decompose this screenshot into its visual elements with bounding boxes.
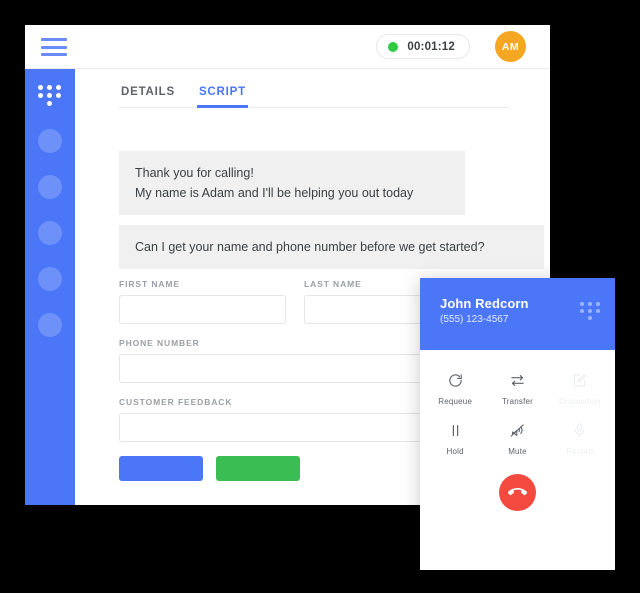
dialpad-dot xyxy=(56,93,61,98)
record-icon xyxy=(571,420,588,440)
hangup-phone-icon xyxy=(508,487,527,496)
hold-button[interactable]: Hold xyxy=(424,416,486,460)
tab-details[interactable]: DETAILS xyxy=(119,86,177,107)
status-dot-icon xyxy=(388,41,399,52)
disposition-button: Disposition xyxy=(549,366,611,410)
dialpad-dot xyxy=(47,93,52,98)
hamburger-bar xyxy=(41,53,67,56)
dialpad-dot xyxy=(47,85,52,90)
sidebar-item-3[interactable] xyxy=(38,221,62,245)
call-control-panel: John Redcorn (555) 123-4567 Requeue Tran… xyxy=(420,278,615,570)
call-actions-grid: Requeue Transfer Disposition Hold Mute R… xyxy=(420,350,615,460)
secondary-success-button[interactable] xyxy=(216,456,300,481)
hamburger-bar xyxy=(41,45,67,49)
call-panel-header: John Redcorn (555) 123-4567 xyxy=(420,278,615,350)
primary-submit-button[interactable] xyxy=(119,456,203,481)
mute-icon xyxy=(509,420,526,440)
sidebar-item-5[interactable] xyxy=(38,313,62,337)
disposition-icon xyxy=(571,370,588,390)
dialpad-dot xyxy=(596,302,600,306)
dialpad-dot xyxy=(38,93,43,98)
dialpad-dot xyxy=(580,302,584,306)
requeue-icon xyxy=(447,370,464,390)
transfer-icon xyxy=(509,370,526,390)
hold-icon xyxy=(447,420,464,440)
transfer-button[interactable]: Transfer xyxy=(486,366,548,410)
dialpad-dot xyxy=(56,85,61,90)
script-bubble: Thank you for calling! My name is Adam a… xyxy=(119,151,465,215)
dialpad-icon[interactable] xyxy=(580,302,601,320)
hangup-button[interactable] xyxy=(499,474,536,511)
tab-script[interactable]: SCRIPT xyxy=(196,86,248,108)
record-button: Record xyxy=(549,416,611,460)
mute-button[interactable]: Mute xyxy=(486,416,548,460)
dialpad-dot xyxy=(588,309,592,313)
hold-label: Hold xyxy=(446,447,464,456)
call-timer-pill: 00:01:12 xyxy=(376,34,470,59)
requeue-label: Requeue xyxy=(438,397,473,406)
dialpad-dot xyxy=(38,85,43,90)
dialpad-dot xyxy=(588,302,592,306)
first-name-group: FIRST NAME xyxy=(119,279,286,324)
avatar[interactable]: AM xyxy=(495,31,526,62)
dialpad-dot xyxy=(596,309,600,313)
first-name-label: FIRST NAME xyxy=(119,279,180,289)
record-label: Record xyxy=(566,447,594,456)
mute-label: Mute xyxy=(508,447,527,456)
dialpad-dot xyxy=(47,101,52,106)
dialpad-dot xyxy=(588,316,592,320)
sidebar-item-4[interactable] xyxy=(38,267,62,291)
call-timer-text: 00:01:12 xyxy=(407,40,455,53)
sidebar-item-1[interactable] xyxy=(38,129,62,153)
top-bar: 00:01:12 AM xyxy=(25,25,550,69)
script-panel: Thank you for calling! My name is Adam a… xyxy=(119,151,544,269)
requeue-button[interactable]: Requeue xyxy=(424,366,486,410)
sidebar-item-2[interactable] xyxy=(38,175,62,199)
first-name-input[interactable] xyxy=(119,295,286,324)
hamburger-menu-icon[interactable] xyxy=(41,37,67,57)
dialpad-dot xyxy=(580,309,584,313)
hangup-row xyxy=(420,474,615,511)
dialpad-icon[interactable] xyxy=(38,85,62,106)
sidebar-rail xyxy=(25,69,75,505)
script-bubble: Can I get your name and phone number bef… xyxy=(119,225,544,269)
disposition-label: Disposition xyxy=(559,397,601,406)
hamburger-bar xyxy=(41,38,67,41)
transfer-label: Transfer xyxy=(501,397,534,406)
tab-bar: DETAILS SCRIPT xyxy=(119,86,509,108)
